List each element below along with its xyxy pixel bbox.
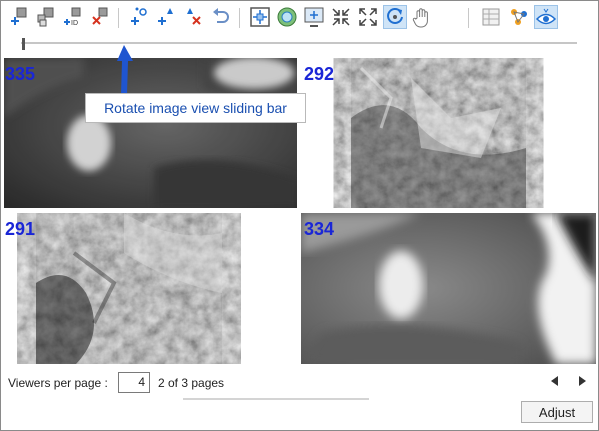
delete-tie-point-icon[interactable] [181, 5, 205, 29]
rotate-image-slider[interactable] [21, 38, 577, 50]
callout-label: Rotate image view sliding bar [85, 93, 306, 123]
zoom-out-expand-icon[interactable] [356, 5, 380, 29]
viewers-per-page-label: Viewers per page : [8, 376, 108, 390]
image-viewer-1[interactable]: 335 [4, 58, 297, 208]
center-view-icon[interactable] [302, 5, 326, 29]
add-multiple-points-icon[interactable] [34, 5, 58, 29]
display-table-icon[interactable] [479, 5, 503, 29]
slider-thumb[interactable] [22, 38, 25, 50]
adjust-button[interactable]: Adjust [521, 401, 593, 423]
arrow-right-icon [579, 376, 586, 386]
image-viewer-2-photo [351, 58, 526, 208]
pan-hand-icon[interactable] [410, 5, 434, 29]
slider-track [21, 42, 577, 44]
previous-page-button[interactable] [546, 373, 562, 389]
undo-icon[interactable] [208, 5, 232, 29]
add-point-icon[interactable] [7, 5, 31, 29]
image-viewer-2[interactable]: 292 [301, 58, 596, 208]
delete-point-icon[interactable] [88, 5, 112, 29]
image-viewer-3-photo [36, 213, 222, 364]
svg-text:ID: ID [71, 20, 78, 27]
rotate-view-icon[interactable] [383, 5, 407, 29]
add-point-by-id-icon[interactable]: ID [61, 5, 85, 29]
image-viewer-4-photo [301, 213, 596, 364]
toolbar-separator [118, 8, 119, 28]
viewers-per-page-input[interactable]: 4 [118, 372, 150, 393]
globe-icon[interactable] [275, 5, 299, 29]
image-viewer-4[interactable]: 334 [301, 213, 596, 364]
arrow-left-icon [551, 376, 558, 386]
show-points-eye-icon[interactable] [534, 5, 558, 29]
viewer-number: 291 [5, 219, 36, 239]
callout-arrow-icon [117, 45, 133, 95]
viewer-number: 335 [5, 64, 36, 84]
page-scrollbar[interactable] [183, 398, 369, 400]
toolbar-separator [468, 8, 469, 28]
toolbar: ID [3, 2, 597, 32]
zoom-in-collapse-icon[interactable] [329, 5, 353, 29]
image-viewer-1-photo [4, 58, 297, 208]
viewer-number: 292 [304, 64, 335, 84]
fit-extent-icon[interactable] [248, 5, 272, 29]
next-page-button[interactable] [575, 373, 591, 389]
image-viewer-3[interactable]: 291 [4, 213, 297, 364]
toolbar-separator [239, 8, 240, 28]
viewer-number: 334 [304, 219, 335, 239]
page-status: 2 of 3 pages [158, 376, 225, 390]
add-control-point-icon[interactable] [154, 5, 178, 29]
point-cluster-icon[interactable] [507, 5, 531, 29]
image-viewer-window: ID 335 292 291 334 Rotate image view sli… [0, 0, 599, 431]
add-tie-point-icon[interactable] [127, 5, 151, 29]
